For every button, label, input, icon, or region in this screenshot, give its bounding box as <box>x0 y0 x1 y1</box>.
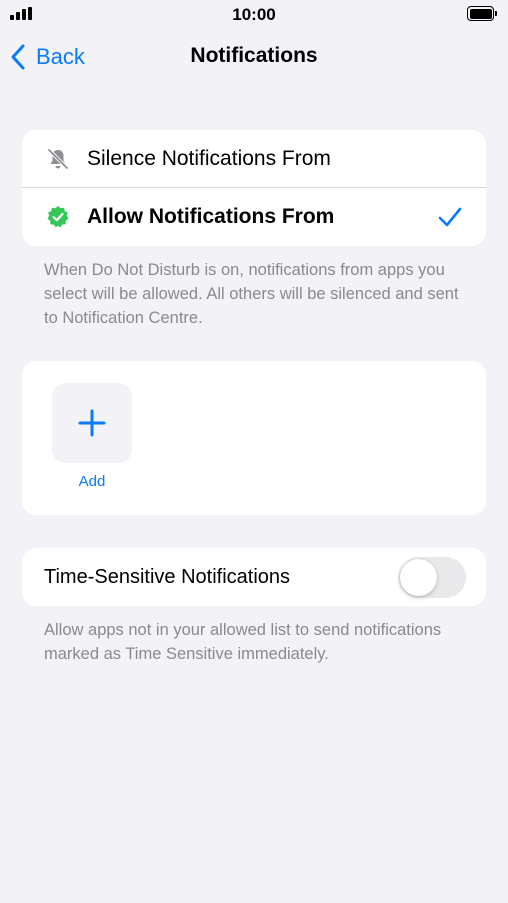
time-sensitive-footnote: Allow apps not in your allowed list to s… <box>44 621 442 663</box>
option-silence-notifications[interactable]: Silence Notifications From <box>22 130 486 188</box>
option-label: Silence Notifications From <box>87 147 331 170</box>
allowed-apps-card: Add <box>22 361 486 515</box>
add-app-label[interactable]: Add <box>52 473 132 490</box>
navigation-bar: Back Notifications <box>0 30 508 86</box>
page-title: Notifications <box>190 44 318 67</box>
status-bar: 10:00 <box>0 0 508 30</box>
battery-fill <box>469 8 492 19</box>
checkmark-icon <box>438 207 462 227</box>
time-sensitive-toggle[interactable] <box>398 557 466 598</box>
time-sensitive-card: Time-Sensitive Notifications <box>22 548 486 606</box>
checkmark-seal-icon <box>47 206 69 228</box>
notification-mode-card: Silence Notifications From Allow Notific… <box>22 130 486 246</box>
plus-icon <box>78 409 106 437</box>
mode-footnote: When Do Not Disturb is on, notifications… <box>44 261 459 327</box>
bell-slash-icon <box>47 148 69 170</box>
time-sensitive-label: Time-Sensitive Notifications <box>44 565 291 588</box>
status-time: 10:00 <box>232 5 276 24</box>
toggle-knob <box>400 559 437 596</box>
option-allow-notifications[interactable]: Allow Notifications From <box>22 188 486 246</box>
add-app-button[interactable] <box>52 383 132 463</box>
time-sensitive-row: Time-Sensitive Notifications <box>22 548 486 606</box>
battery-icon <box>467 6 497 21</box>
option-label: Allow Notifications From <box>87 205 335 228</box>
